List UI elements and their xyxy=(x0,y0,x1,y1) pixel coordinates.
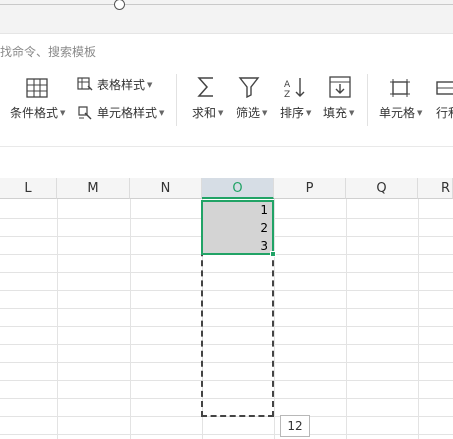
ribbon-toolbar: 条件格式 ▼ 表格样式 ▼ 单元格样式 ▼ 求和 ▼ 筛选 ▼ AZ 排序 ▼ … xyxy=(0,66,453,136)
cell-style-label: 单元格样式 xyxy=(97,106,158,120)
filter-label: 筛选 xyxy=(236,106,261,120)
worksheet-grid[interactable]: L M N O P Q R 1 2 3 12 xyxy=(0,178,453,439)
ribbon-divider xyxy=(367,74,368,126)
gridline xyxy=(0,434,453,435)
fill-button[interactable]: 填充 ▼ xyxy=(323,104,354,121)
command-search-placeholder: 找命令、搜索模板 xyxy=(0,45,97,59)
chevron-down-icon: ▼ xyxy=(306,108,312,117)
cell-icon[interactable] xyxy=(389,78,411,98)
gridline xyxy=(130,199,131,439)
spreadsheet-window: 找命令、搜索模板 条件格式 ▼ 表格样式 ▼ 单元格样式 ▼ 求和 ▼ 筛选 ▼… xyxy=(0,0,453,439)
conditional-format-button[interactable]: 条件格式 ▼ xyxy=(10,104,65,121)
chevron-down-icon: ▼ xyxy=(147,80,153,89)
sort-icon[interactable]: AZ xyxy=(283,76,307,98)
gridline xyxy=(274,199,275,439)
sum-label: 求和 xyxy=(192,106,217,120)
fill-icon[interactable] xyxy=(329,76,351,98)
svg-text:Z: Z xyxy=(284,90,290,98)
column-header-M[interactable]: M xyxy=(57,178,130,199)
chevron-down-icon: ▼ xyxy=(159,108,165,117)
zoom-slider-bar xyxy=(0,0,453,34)
sort-button[interactable]: 排序 ▼ xyxy=(280,104,311,121)
row-col-button[interactable]: 行和 xyxy=(436,104,453,121)
column-header-P[interactable]: P xyxy=(274,178,346,199)
svg-text:A: A xyxy=(284,80,291,90)
cell-style-button[interactable]: 单元格样式 ▼ xyxy=(77,104,164,121)
gridline xyxy=(418,199,419,439)
column-header-Q[interactable]: Q xyxy=(346,178,418,199)
gridline xyxy=(57,199,58,439)
command-search[interactable]: 找命令、搜索模板 xyxy=(0,43,96,61)
column-header-N[interactable]: N xyxy=(130,178,202,199)
chevron-down-icon: ▼ xyxy=(417,108,423,117)
table-style-icon xyxy=(77,77,93,91)
column-header-O[interactable]: O xyxy=(202,178,274,199)
chevron-down-icon: ▼ xyxy=(218,108,224,117)
slider-track[interactable] xyxy=(0,4,453,5)
cell-style-icon xyxy=(78,106,92,120)
fill-handle[interactable] xyxy=(270,251,276,257)
table-style-label: 表格样式 xyxy=(97,78,146,92)
cell-label: 单元格 xyxy=(379,106,416,120)
chevron-down-icon: ▼ xyxy=(262,108,268,117)
table-style-button[interactable]: 表格样式 ▼ xyxy=(77,76,152,93)
slider-knob[interactable] xyxy=(114,0,125,10)
filter-icon[interactable] xyxy=(238,76,260,98)
fill-value-tooltip: 12 xyxy=(280,415,310,437)
gridline xyxy=(346,199,347,439)
chevron-down-icon: ▼ xyxy=(60,108,66,117)
sum-icon[interactable] xyxy=(196,76,216,98)
cell-button[interactable]: 单元格 ▼ xyxy=(379,104,422,121)
fill-label: 填充 xyxy=(323,106,348,120)
sum-button[interactable]: 求和 ▼ xyxy=(192,104,223,121)
formula-bar-area xyxy=(0,146,453,176)
selection-border xyxy=(201,200,274,255)
filter-button[interactable]: 筛选 ▼ xyxy=(236,104,267,121)
chevron-down-icon: ▼ xyxy=(349,108,355,117)
row-col-icon[interactable] xyxy=(436,78,453,98)
row-col-label: 行和 xyxy=(436,106,453,120)
column-header-R[interactable]: R xyxy=(418,178,453,199)
ribbon-divider xyxy=(176,74,177,126)
sort-label: 排序 xyxy=(280,106,305,120)
conditional-format-label: 条件格式 xyxy=(10,106,59,120)
column-header-L[interactable]: L xyxy=(0,178,57,199)
conditional-format-icon[interactable] xyxy=(26,78,48,98)
